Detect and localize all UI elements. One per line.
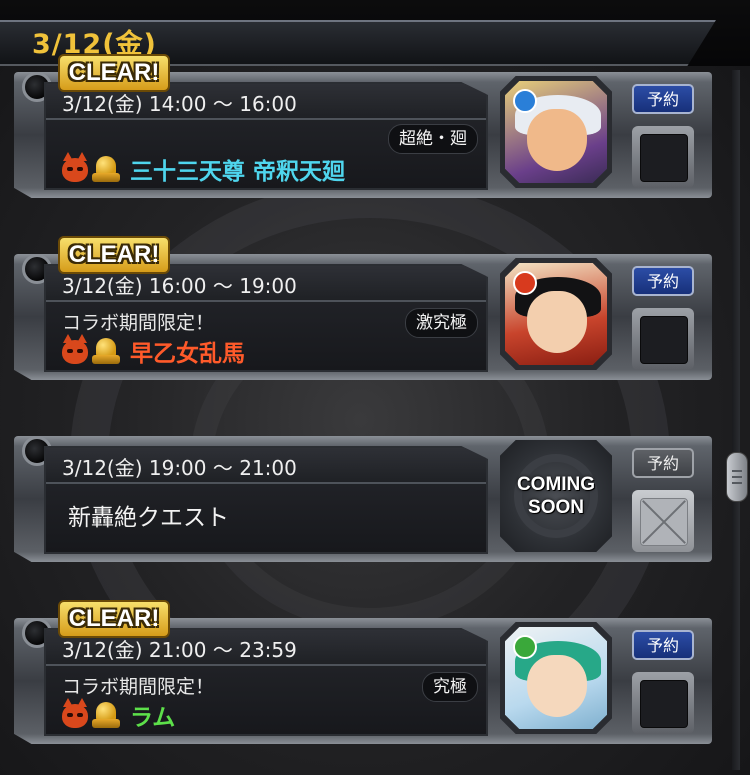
quest-card-1[interactable]: 3/12(金) 14:00 ～ 16:00 超絶・廻 三十三天尊 帝釈天廻 予約…: [14, 54, 712, 202]
golden-bell-icon: [92, 338, 120, 366]
reserve-button[interactable]: 予約: [632, 84, 694, 114]
reserve-checkbox[interactable]: [632, 672, 694, 734]
reserve-button-disabled: 予約: [632, 448, 694, 478]
quest-time: 3/12(金) 16:00 ～ 19:00: [62, 274, 297, 298]
golden-bell-icon: [92, 702, 120, 730]
quest-time: 3/12(金) 19:00 ～ 21:00: [62, 456, 297, 480]
quest-card-3[interactable]: 3/12(金) 19:00 ～ 21:00 新轟絶クエスト COMING SOO…: [14, 426, 712, 566]
devil-icon: [62, 698, 88, 728]
quest-rank-badge: 究極: [422, 672, 478, 702]
quest-card-4[interactable]: 3/12(金) 21:00 ～ 23:59 コラボ期間限定！ 究極 ラム 予約 …: [14, 600, 712, 748]
reserve-checkbox[interactable]: [632, 308, 694, 370]
quest-name: 三十三天尊 帝釈天廻: [130, 159, 346, 185]
clear-badge: CLEAR!: [58, 600, 170, 638]
water-element-icon: [513, 89, 537, 113]
devil-icon: [62, 152, 88, 182]
reserve-button[interactable]: 予約: [632, 630, 694, 660]
boss-portrait: [500, 76, 612, 188]
quest-rank-badge: 激究極: [405, 308, 478, 338]
golden-bell-icon: [92, 156, 120, 184]
quest-name: 早乙女乱馬: [130, 341, 245, 367]
scroll-track: [732, 70, 740, 770]
boss-portrait: [500, 258, 612, 370]
time-bar: 3/12(金) 19:00 ～ 21:00: [46, 448, 486, 484]
soon-label: SOON: [528, 497, 584, 518]
quest-name: 新轟絶クエスト: [68, 505, 229, 531]
collab-label: コラボ期間限定！: [62, 676, 215, 698]
coming-label: COMING: [516, 474, 596, 495]
devil-icon: [62, 334, 88, 364]
boss-portrait: [500, 622, 612, 734]
wood-element-icon: [513, 635, 537, 659]
quest-rank-badge: 超絶・廻: [388, 124, 478, 154]
reserve-checkbox-disabled: [632, 490, 694, 552]
quest-name: ラム: [130, 705, 176, 731]
clear-badge: CLEAR!: [58, 236, 170, 274]
reserve-checkbox[interactable]: [632, 126, 694, 188]
quest-info-panel: 3/12(金) 19:00 ～ 21:00 新轟絶クエスト: [44, 446, 488, 554]
coming-soon-emblem: COMING SOON: [500, 440, 612, 552]
quest-info-panel: 3/12(金) 16:00 ～ 19:00 コラボ期間限定！ 激究極 早乙女乱馬: [44, 264, 488, 372]
scrollbar-handle[interactable]: [726, 452, 748, 502]
quest-info-panel: 3/12(金) 14:00 ～ 16:00 超絶・廻 三十三天尊 帝釈天廻: [44, 82, 488, 190]
quest-info-panel: 3/12(金) 21:00 ～ 23:59 コラボ期間限定！ 究極 ラム: [44, 628, 488, 736]
fire-element-icon: [513, 271, 537, 295]
quest-time: 3/12(金) 21:00 ～ 23:59: [62, 638, 297, 662]
collab-label: コラボ期間限定！: [62, 312, 215, 334]
reserve-button[interactable]: 予約: [632, 266, 694, 296]
clear-badge: CLEAR!: [58, 54, 170, 92]
quest-time: 3/12(金) 14:00 ～ 16:00: [62, 92, 297, 116]
quest-card-2[interactable]: 3/12(金) 16:00 ～ 19:00 コラボ期間限定！ 激究極 早乙女乱馬…: [14, 236, 712, 384]
